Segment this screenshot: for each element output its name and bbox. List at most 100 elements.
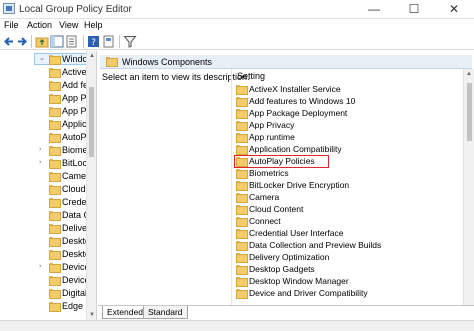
tree-item[interactable]: Edge U	[0, 300, 92, 313]
expand-chevron-icon[interactable]: ›	[39, 159, 47, 167]
tree-item[interactable]: Device	[0, 274, 90, 287]
tree-item[interactable]: Cloud	[0, 183, 86, 196]
tree-item[interactable]: Deskto	[0, 235, 90, 248]
folder-icon	[106, 57, 118, 67]
setting-label: Data Collection and Preview Builds	[249, 240, 382, 250]
expand-chevron-icon[interactable]	[39, 276, 47, 284]
expand-chevron-icon[interactable]	[39, 250, 47, 258]
folder-icon	[49, 263, 61, 273]
tree-scrollbar[interactable]: ▲ ▼	[86, 51, 96, 320]
setting-label: Add features to Windows 10	[249, 96, 356, 106]
navigation-tree[interactable]: ⌄ Windows C ActiveX Add fe App Pa App Pr…	[0, 51, 97, 320]
setting-row[interactable]: Connect	[235, 216, 460, 227]
setting-row[interactable]: Credential User Interface	[235, 228, 460, 239]
setting-row[interactable]: Delivery Optimization	[235, 252, 460, 263]
view-tabs: Extended Standard	[98, 305, 474, 319]
tree-item[interactable]: AutoPl	[0, 131, 89, 144]
toolbar-separator	[83, 35, 84, 48]
setting-row[interactable]: Cloud Content	[235, 204, 460, 215]
scroll-up-arrow-icon[interactable]: ▲	[464, 69, 474, 79]
folder-icon	[236, 241, 248, 251]
menu-action[interactable]: Action	[27, 20, 52, 30]
folder-up-icon[interactable]	[35, 35, 49, 48]
tree-item[interactable]: Deliver	[0, 222, 90, 235]
scroll-down-arrow-icon[interactable]: ▼	[87, 310, 96, 320]
help-icon[interactable]: ?	[87, 35, 101, 48]
expand-chevron-icon[interactable]	[39, 185, 47, 193]
setting-row[interactable]: Device and Driver Compatibility	[235, 288, 460, 299]
tab-standard[interactable]: Standard	[143, 306, 188, 319]
scroll-up-arrow-icon[interactable]: ▲	[87, 51, 96, 61]
expand-chevron-icon[interactable]	[39, 107, 47, 115]
show-hide-tree-icon[interactable]	[50, 35, 64, 48]
folder-icon	[49, 198, 61, 208]
back-arrow-icon[interactable]	[2, 35, 16, 48]
setting-row[interactable]: Biometrics	[235, 168, 460, 179]
tree-item[interactable]: › BitLock	[0, 157, 92, 170]
forward-arrow-icon[interactable]	[15, 35, 29, 48]
expand-chevron-icon[interactable]	[39, 211, 47, 219]
tab-extended[interactable]: Extended	[102, 306, 148, 319]
folder-icon	[236, 265, 248, 275]
menu-view[interactable]: View	[59, 20, 78, 30]
folder-icon	[236, 133, 248, 143]
tree-item[interactable]: Add fe	[0, 79, 88, 92]
tree-item-windows-components[interactable]: ⌄ Windows C	[0, 53, 96, 66]
tree-item[interactable]: Applicat	[0, 118, 94, 131]
tree-item-label: Camer	[62, 171, 90, 181]
expand-chevron-icon[interactable]	[39, 302, 47, 310]
setting-row[interactable]: App Privacy	[235, 120, 460, 131]
properties-icon[interactable]	[102, 35, 116, 48]
tree-item[interactable]: Data C	[0, 209, 90, 222]
expand-chevron-icon[interactable]	[39, 224, 47, 232]
expand-chevron-icon[interactable]	[39, 120, 47, 128]
setting-label: Camera	[249, 192, 280, 202]
close-button[interactable]: ✕	[434, 0, 474, 18]
section-title: Windows Components	[122, 57, 213, 67]
tree-item[interactable]: App Pr	[0, 105, 90, 118]
tree-item[interactable]: Deskto	[0, 248, 90, 261]
tree-item[interactable]: ActiveX	[0, 66, 93, 79]
setting-row[interactable]: Desktop Window Manager	[235, 276, 460, 287]
setting-row[interactable]: Add features to Windows 10	[235, 96, 460, 107]
tree-item[interactable]: Crede	[0, 196, 87, 209]
maximize-button[interactable]: ☐	[394, 0, 434, 18]
main-pane: Windows Components Select an item to vie…	[98, 51, 474, 320]
menu-file[interactable]: File	[4, 20, 19, 30]
expand-chevron-icon[interactable]: ›	[39, 263, 47, 271]
settings-scrollbar[interactable]: ▲ ▼	[463, 69, 474, 315]
setting-row[interactable]: BitLocker Drive Encryption	[235, 180, 460, 191]
expand-chevron-icon[interactable]	[39, 289, 47, 297]
setting-row[interactable]: Camera	[235, 192, 460, 203]
setting-row-autoplay-policies[interactable]: AutoPlay Policies	[234, 155, 329, 168]
expand-chevron-icon[interactable]	[39, 172, 47, 180]
expand-chevron-icon[interactable]: ›	[39, 146, 47, 154]
setting-row[interactable]: App runtime	[235, 132, 460, 143]
menu-help[interactable]: Help	[84, 20, 103, 30]
tree-item[interactable]: Camer	[0, 170, 90, 183]
setting-column-header[interactable]: Setting	[237, 71, 265, 81]
folder-icon	[49, 159, 61, 169]
expand-chevron-icon[interactable]	[39, 133, 47, 141]
expand-chevron-icon[interactable]: ⌄	[39, 55, 47, 63]
export-list-icon[interactable]	[65, 35, 79, 48]
folder-icon	[49, 68, 61, 78]
setting-row[interactable]: Data Collection and Preview Builds	[235, 240, 460, 251]
tree-item[interactable]: Digital	[0, 287, 87, 300]
setting-row[interactable]: Application Compatibility	[235, 144, 460, 155]
expand-chevron-icon[interactable]	[39, 198, 47, 206]
setting-row[interactable]: ActiveX Installer Service	[235, 84, 460, 95]
tree-item[interactable]: App Pa	[0, 92, 92, 105]
expand-chevron-icon[interactable]	[39, 68, 47, 76]
tree-item[interactable]: › Device	[0, 261, 90, 274]
settings-scroll-thumb[interactable]	[467, 83, 472, 141]
filter-icon[interactable]	[123, 35, 137, 48]
expand-chevron-icon[interactable]	[39, 94, 47, 102]
setting-row[interactable]: Desktop Gadgets	[235, 264, 460, 275]
tree-scroll-thumb[interactable]	[89, 87, 94, 157]
expand-chevron-icon[interactable]	[39, 81, 47, 89]
tree-item[interactable]: › Biome	[0, 144, 88, 157]
setting-row[interactable]: App Package Deployment	[235, 108, 460, 119]
expand-chevron-icon[interactable]	[39, 237, 47, 245]
minimize-button[interactable]: —	[354, 0, 394, 18]
